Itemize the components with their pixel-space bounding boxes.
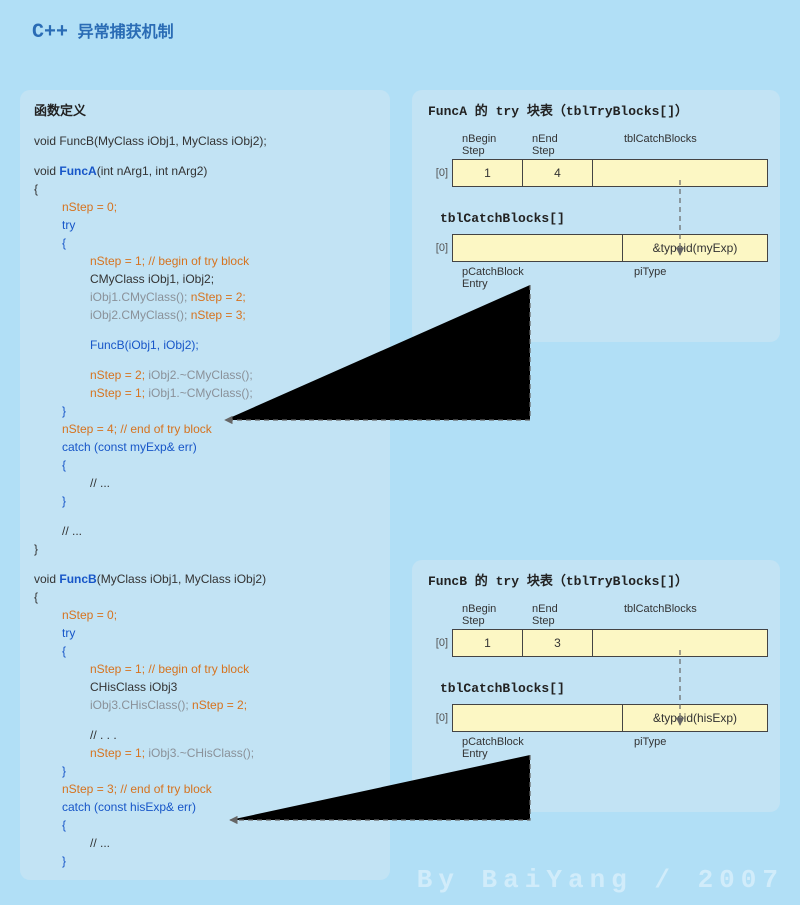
catch-heading-b: tblCatchBlocks[]: [440, 681, 768, 696]
panel-a-labels-below: pCatchBlock Entry piType: [454, 266, 768, 292]
code-line: iObj3.CHisClass(); nStep = 2;: [34, 696, 376, 714]
row-index: [0]: [428, 242, 452, 254]
code-line: CHisClass iObj3: [34, 678, 376, 696]
catch-heading-a: tblCatchBlocks[]: [440, 211, 768, 226]
code-line: try: [34, 216, 376, 234]
catch-row: [0] &typeid(hisExp): [428, 704, 768, 732]
title-sub: 异常捕获机制: [68, 24, 174, 42]
code-line: nStep = 3; // end of try block: [34, 780, 376, 798]
code-line: nStep = 0;: [34, 198, 376, 216]
panel-b-labels-below: pCatchBlock Entry piType: [454, 736, 768, 762]
code-line: void FuncB(MyClass iObj1, MyClass iObj2): [34, 570, 376, 588]
code-line: }: [34, 762, 376, 780]
row-index: [0]: [428, 167, 452, 179]
cell-typeid: &typeid(hisExp): [623, 705, 767, 731]
code-line: {: [34, 588, 376, 606]
cell-entry: [453, 235, 623, 261]
try-row: [0] 1 3: [428, 629, 768, 657]
panel-a-col-headers: nBegin Step nEnd Step tblCatchBlocks: [454, 133, 768, 159]
code-line: try: [34, 624, 376, 642]
code-line: nStep = 1; iObj1.~CMyClass();: [34, 384, 376, 402]
code-line: nStep = 1; iObj3.~CHisClass();: [34, 744, 376, 762]
code-line: nStep = 1; // begin of try block: [34, 252, 376, 270]
code-line: {: [34, 456, 376, 474]
cell-nend: 4: [523, 160, 593, 186]
code-line: iObj1.CMyClass(); nStep = 2;: [34, 288, 376, 306]
try-table-panel-b: FuncB 的 try 块表（tblTryBlocks[]） nBegin St…: [412, 560, 780, 812]
code-line: {: [34, 180, 376, 198]
code-line: }: [34, 540, 376, 558]
code-line: }: [34, 402, 376, 420]
code-line-catch-b: catch (const hisExp& err): [34, 798, 376, 816]
code-line: CMyClass iObj1, iObj2;: [34, 270, 376, 288]
panel-b-heading: FuncB 的 try 块表（tblTryBlocks[]）: [428, 570, 768, 589]
code-line: nStep = 0;: [34, 606, 376, 624]
code-line: }: [34, 852, 376, 870]
panel-b-col-headers: nBegin Step nEnd Step tblCatchBlocks: [454, 603, 768, 629]
code-line: // . . .: [34, 726, 376, 744]
code-line-catch-a: catch (const myExp& err): [34, 438, 376, 456]
panel-a-heading: FuncA 的 try 块表（tblTryBlocks[]）: [428, 100, 768, 119]
code-line: nStep = 2; iObj2.~CMyClass();: [34, 366, 376, 384]
code-line: nStep = 4; // end of try block: [34, 420, 376, 438]
footer-credit: By BaiYang / 2007: [417, 865, 784, 895]
code-line: {: [34, 642, 376, 660]
try-row: [0] 1 4: [428, 159, 768, 187]
code-line: }: [34, 492, 376, 510]
code-heading: 函数定义: [34, 102, 376, 122]
code-line: // ...: [34, 522, 376, 540]
cell-nend: 3: [523, 630, 593, 656]
title-main: C++: [32, 21, 68, 44]
page-title: C++ 异常捕获机制: [32, 18, 174, 44]
code-line: {: [34, 234, 376, 252]
cell-catchblocks-ptr: [593, 630, 767, 656]
cell-nbegin: 1: [453, 160, 523, 186]
row-index: [0]: [428, 637, 452, 649]
cell-entry: [453, 705, 623, 731]
code-line: // ...: [34, 834, 376, 852]
code-line: void FuncB(MyClass iObj1, MyClass iObj2)…: [34, 132, 376, 150]
code-line: nStep = 1; // begin of try block: [34, 660, 376, 678]
code-panel: 函数定义 void FuncB(MyClass iObj1, MyClass i…: [20, 90, 390, 880]
code-line: {: [34, 816, 376, 834]
code-line: iObj2.CMyClass(); nStep = 3;: [34, 306, 376, 324]
cell-typeid: &typeid(myExp): [623, 235, 767, 261]
code-line: void FuncA(int nArg1, int nArg2): [34, 162, 376, 180]
catch-row: [0] &typeid(myExp): [428, 234, 768, 262]
cell-catchblocks-ptr: [593, 160, 767, 186]
code-line: FuncB(iObj1, iObj2);: [34, 336, 376, 354]
cell-nbegin: 1: [453, 630, 523, 656]
row-index: [0]: [428, 712, 452, 724]
try-table-panel-a: FuncA 的 try 块表（tblTryBlocks[]） nBegin St…: [412, 90, 780, 342]
code-line: // ...: [34, 474, 376, 492]
